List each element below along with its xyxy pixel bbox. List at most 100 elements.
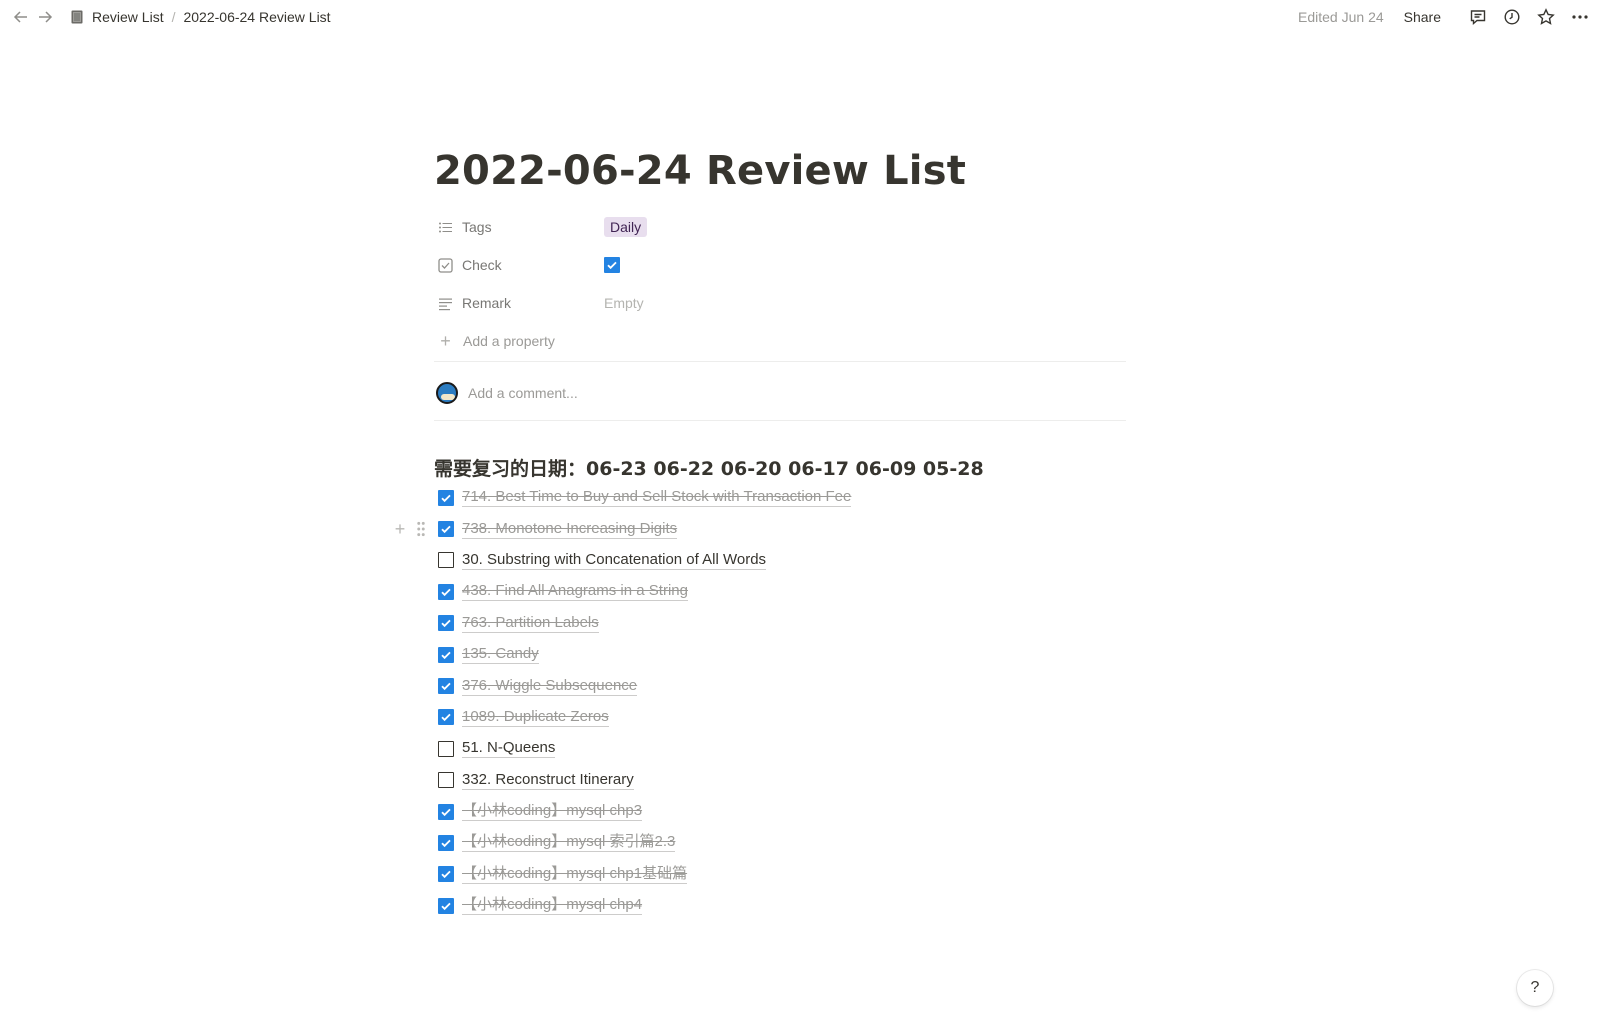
todo-list: + 714. Best Time to Buy and Sell Stock w…	[395, 482, 1126, 921]
history-clock-icon[interactable]	[1499, 4, 1525, 30]
todo-item: 【小林coding】mysql chp4	[434, 890, 1126, 921]
topbar: Review List / 2022-06-24 Review List Edi…	[0, 0, 1599, 34]
property-check: Check	[434, 246, 1126, 284]
checkmark-icon	[441, 808, 451, 816]
more-icon[interactable]	[1567, 4, 1593, 30]
checkmark-icon	[441, 902, 451, 910]
forward-arrow-icon[interactable]	[34, 6, 56, 28]
divider	[434, 420, 1126, 421]
todo-checkbox[interactable]	[438, 772, 454, 789]
todo-checkbox[interactable]	[438, 521, 454, 538]
notebook-icon	[71, 10, 83, 24]
back-arrow-icon[interactable]	[10, 6, 32, 28]
add-block-icon[interactable]: +	[392, 520, 408, 538]
page-title[interactable]: 2022-06-24 Review List	[434, 148, 966, 194]
todo-item: 51. N-Queens	[434, 733, 1126, 764]
todo-checkbox[interactable]	[438, 834, 454, 851]
property-name-remark[interactable]: Remark	[434, 295, 604, 311]
checkmark-icon	[441, 651, 451, 659]
breadcrumb-label: Review List	[92, 9, 164, 25]
checkmark-icon	[441, 494, 451, 502]
todo-item: 30. Substring with Concatenation of All …	[434, 545, 1126, 576]
todo-item: 1089. Duplicate Zeros	[434, 702, 1126, 733]
todo-text[interactable]: 332. Reconstruct Itinerary	[462, 771, 634, 790]
checkmark-icon	[441, 714, 451, 722]
todo-checkbox[interactable]	[438, 646, 454, 663]
todo-text[interactable]: 1089. Duplicate Zeros	[462, 708, 609, 727]
plus-icon: +	[440, 330, 451, 351]
todo-text[interactable]: 738. Monotone Increasing Digits	[462, 520, 678, 539]
todo-checkbox[interactable]	[438, 615, 454, 632]
checkmark-icon	[441, 682, 451, 691]
property-remark: Remark Empty	[434, 284, 1126, 322]
add-property-label: Add a property	[463, 333, 555, 349]
checkbox-property-icon	[438, 257, 453, 273]
todo-item: 【小林coding】mysql chp3	[434, 796, 1126, 827]
todo-checkbox[interactable]	[438, 552, 454, 569]
property-value-tags[interactable]: Daily	[604, 217, 648, 237]
todo-text[interactable]: 【小林coding】mysql chp1基础篇	[462, 865, 688, 884]
todo-item: 135. Candy	[434, 639, 1126, 670]
tag-pill: Daily	[604, 217, 648, 237]
property-label: Remark	[462, 295, 512, 311]
todo-item: 376. Wiggle Subsequence	[434, 670, 1126, 701]
avatar	[436, 382, 458, 404]
comment-row	[434, 378, 1126, 408]
todo-checkbox[interactable]	[438, 489, 454, 506]
list-icon	[439, 222, 452, 232]
star-icon[interactable]	[1533, 4, 1559, 30]
checkmark-icon	[441, 588, 451, 596]
todo-checkbox[interactable]	[438, 740, 454, 757]
todo-text[interactable]: 【小林coding】mysql chp3	[462, 802, 643, 822]
todo-item: 【小林coding】mysql chp1基础篇	[434, 859, 1126, 890]
breadcrumb: Review List / 2022-06-24 Review List	[66, 7, 335, 27]
checkmark-icon	[607, 261, 617, 270]
todo-checkbox[interactable]	[438, 583, 454, 600]
drag-handle-icon[interactable]	[414, 520, 428, 538]
checkmark-icon	[441, 839, 451, 848]
todo-text[interactable]: 714. Best Time to Buy and Sell Stock wit…	[462, 488, 852, 508]
breadcrumb-item-current-page[interactable]: 2022-06-24 Review List	[179, 7, 334, 27]
properties-panel: Tags Daily Check Remark Empty + Add a pr…	[434, 208, 1126, 360]
checkmark-icon	[441, 871, 451, 879]
review-dates-heading[interactable]: 需要复习的日期：06-23 06-22 06-20 06-17 06-09 05…	[434, 454, 984, 481]
text-lines-icon	[439, 298, 452, 310]
todo-text[interactable]: 763. Partition Labels	[462, 614, 599, 633]
property-value-remark[interactable]: Empty	[604, 295, 644, 311]
property-label: Check	[462, 257, 502, 273]
todo-checkbox[interactable]	[438, 678, 454, 695]
check-property-checkbox[interactable]	[604, 257, 620, 273]
topbar-actions: Edited Jun 24 Share	[1298, 0, 1593, 34]
breadcrumb-item-review-list[interactable]: Review List	[66, 7, 168, 27]
checkmark-icon	[441, 525, 451, 534]
breadcrumb-label: 2022-06-24 Review List	[183, 9, 331, 25]
checkmark-icon	[441, 620, 451, 628]
property-name-tags[interactable]: Tags	[434, 219, 604, 235]
todo-text[interactable]: 【小林coding】mysql chp4	[462, 896, 643, 916]
property-label: Tags	[462, 219, 492, 235]
property-value-check[interactable]	[604, 257, 628, 273]
add-property-button[interactable]: + Add a property	[434, 322, 1126, 360]
todo-text[interactable]: 【小林coding】mysql 索引篇2.3	[462, 833, 676, 853]
property-name-check[interactable]: Check	[434, 257, 604, 273]
todo-item: 332. Reconstruct Itinerary	[434, 765, 1126, 796]
block-handles: +	[392, 520, 428, 538]
todo-text[interactable]: 438. Find All Anagrams in a String	[462, 582, 688, 602]
share-button[interactable]: Share	[1404, 9, 1441, 25]
divider	[434, 361, 1126, 362]
todo-text[interactable]: 135. Candy	[462, 645, 539, 665]
edited-timestamp: Edited Jun 24	[1298, 9, 1384, 25]
comment-input[interactable]	[468, 385, 1068, 401]
todo-checkbox[interactable]	[438, 803, 454, 820]
todo-text[interactable]: 376. Wiggle Subsequence	[462, 677, 638, 696]
todo-text[interactable]: 51. N-Queens	[462, 739, 556, 759]
breadcrumb-separator: /	[171, 9, 176, 25]
todo-checkbox[interactable]	[438, 866, 454, 883]
todo-item: 714. Best Time to Buy and Sell Stock wit…	[434, 482, 1126, 513]
todo-text[interactable]: 30. Substring with Concatenation of All …	[462, 551, 767, 570]
todo-checkbox[interactable]	[438, 709, 454, 726]
property-tags: Tags Daily	[434, 208, 1126, 246]
help-button[interactable]: ?	[1517, 970, 1553, 1006]
todo-checkbox[interactable]	[438, 897, 454, 914]
comment-icon[interactable]	[1465, 4, 1491, 30]
